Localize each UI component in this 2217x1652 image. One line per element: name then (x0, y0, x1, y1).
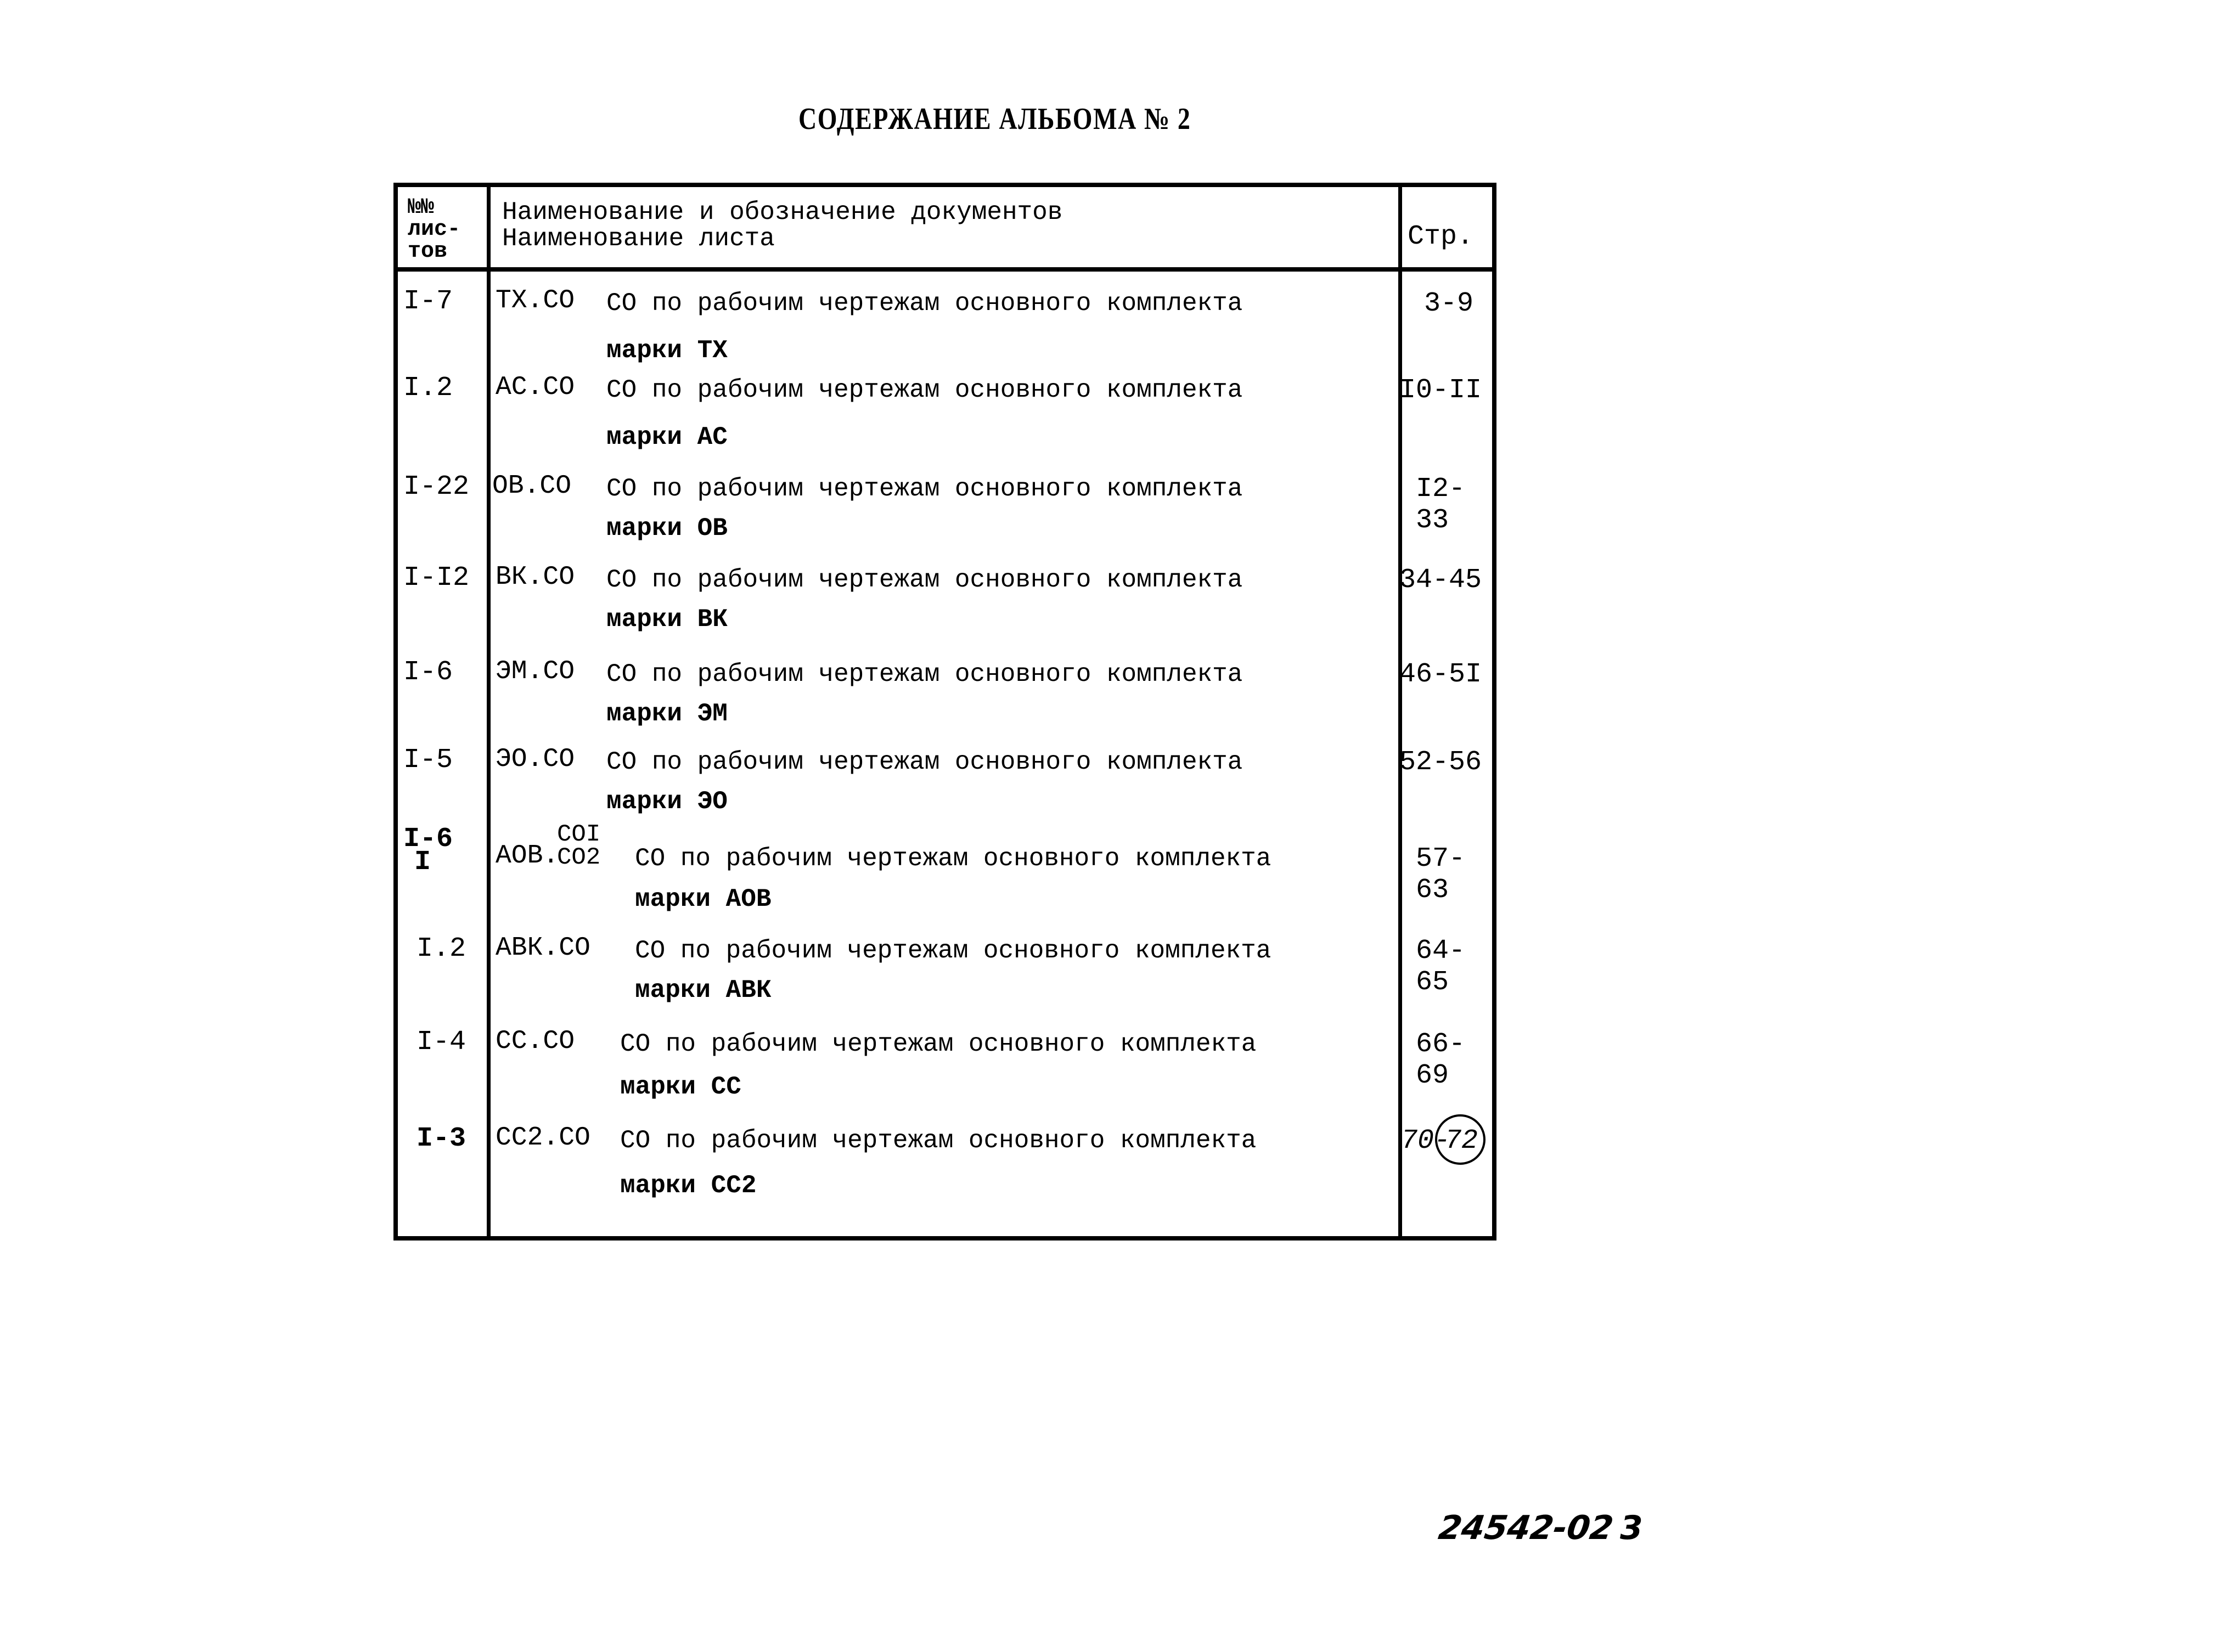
column-divider-1 (487, 187, 491, 1236)
row-sheets-sub: I (414, 847, 431, 878)
header-sheet-numbers-line3: тов (408, 239, 448, 264)
row-code: АОВ. (496, 841, 559, 871)
row-code: ТХ.СО (496, 286, 575, 315)
row-sheets: I-4 (417, 1027, 466, 1058)
row-mark: марки АС (606, 423, 728, 452)
header-sheet-numbers: №№ лис- тов (408, 197, 460, 263)
row-description: СО по рабочим чертежам основного комплек… (606, 289, 1243, 318)
row-mark: марки ВК (606, 605, 728, 634)
row-description: СО по рабочим чертежам основного комплек… (620, 1030, 1257, 1058)
column-divider-2 (1398, 187, 1402, 1236)
row-code: АВК.СО (496, 933, 590, 963)
row-mark: марки ЭМ (606, 700, 728, 728)
header-divider (398, 267, 1492, 272)
header-document-name: Наименование и обозначение документов На… (502, 199, 1062, 252)
document-code: 24542-02 (1436, 1509, 1616, 1547)
row-pages: 3-9 (1424, 288, 1474, 319)
row-pages-circled: 72 (1445, 1125, 1478, 1157)
row-pages: 34-45 (1399, 565, 1482, 596)
header-sheet-numbers-line1: №№ (408, 195, 435, 220)
page-number: 3 (1620, 1509, 1643, 1547)
row-sheets: I-6 (403, 657, 453, 688)
row-pages: 66-69 (1416, 1029, 1466, 1091)
row-description: СО по рабочим чертежам основного комплек… (606, 566, 1243, 594)
row-description: СО по рабочим чертежам основного комплек… (606, 475, 1243, 503)
row-sheets: I-3 (417, 1123, 466, 1154)
row-description: СО по рабочим чертежам основного комплек… (635, 844, 1271, 873)
row-description: СО по рабочим чертежам основного комплек… (606, 748, 1243, 776)
row-code-sub: СО2 (557, 844, 601, 871)
row-mark: марки СС2 (620, 1171, 757, 1200)
row-sheets: I.2 (417, 933, 466, 965)
row-description: СО по рабочим чертежам основного комплек… (635, 937, 1271, 965)
header-name-line1: Наименование и обозначение документов (502, 198, 1063, 227)
row-pages: I2-33 (1416, 473, 1466, 536)
header-page: Стр. (1408, 221, 1474, 252)
row-sheets: I.2 (403, 373, 453, 404)
header-sheet-numbers-line2: лис- (408, 217, 461, 242)
row-sheets: I-5 (403, 745, 453, 776)
row-code-sup: СОI (557, 821, 601, 848)
row-pages: 64-65 (1416, 935, 1466, 998)
row-sheets: I-I2 (403, 562, 470, 594)
contents-table: №№ лис- тов Наименование и обозначение д… (393, 183, 1496, 1241)
row-sheets: I-7 (403, 286, 453, 317)
row-mark: марки СС (620, 1073, 741, 1101)
row-code: СС2.СО (496, 1123, 590, 1153)
row-code: ЭМ.СО (496, 657, 575, 686)
row-description: СО по рабочим чертежам основного комплек… (620, 1126, 1257, 1155)
row-description: СО по рабочим чертежам основного комплек… (606, 376, 1243, 404)
row-mark: марки ОВ (606, 514, 728, 543)
row-sheets: I-22 (403, 471, 470, 503)
row-mark: марки ЭО (606, 787, 728, 816)
row-description: СО по рабочим чертежам основного комплек… (606, 660, 1243, 689)
row-pages: 52-56 (1399, 747, 1482, 778)
row-pages: 46-5I (1399, 659, 1482, 690)
row-pages: I0-II (1399, 375, 1482, 406)
row-code: ЭО.СО (496, 745, 575, 774)
row-mark: марки ТХ (606, 336, 728, 365)
row-code: ВК.СО (496, 562, 575, 592)
row-code: АС.СО (496, 373, 575, 402)
header-name-line2: Наименование листа (502, 224, 775, 253)
row-mark: марки АОВ (635, 885, 772, 914)
row-code: СС.СО (496, 1027, 575, 1056)
row-mark: марки АВК (635, 976, 772, 1005)
row-pages: 57-63 (1416, 843, 1466, 906)
page-title: СОДЕРЖАНИЕ АЛЬБОМА № 2 (798, 102, 1191, 136)
row-code: ОВ.СО (492, 471, 572, 501)
